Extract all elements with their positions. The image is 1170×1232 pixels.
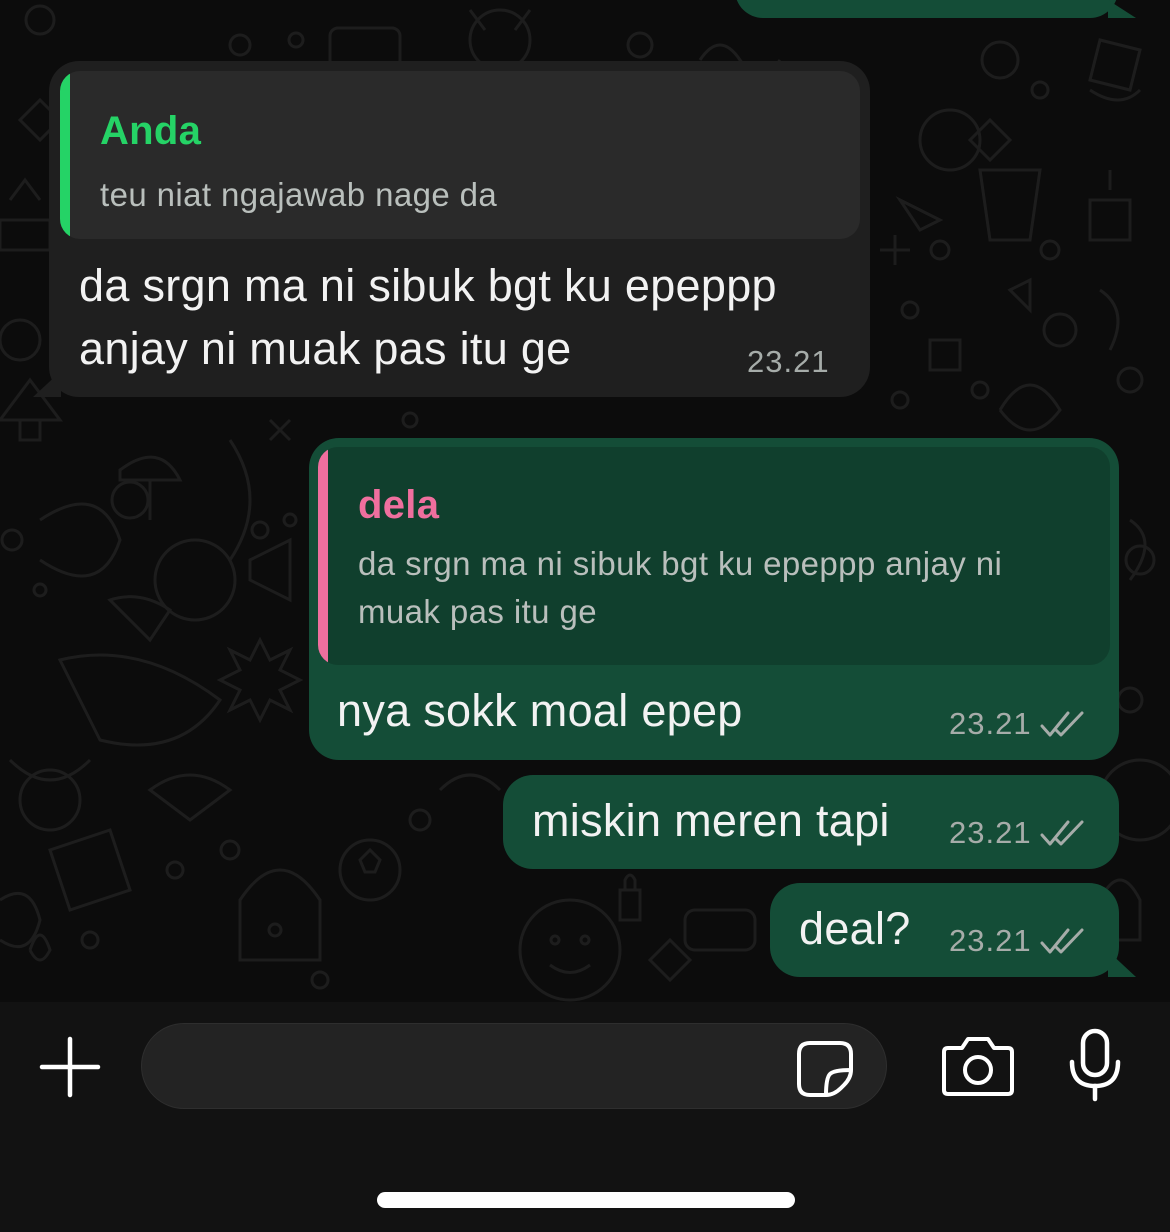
home-indicator[interactable] bbox=[377, 1192, 795, 1208]
read-ticks-icon bbox=[1040, 927, 1084, 955]
quote-text: muak pas itu ge bbox=[358, 593, 597, 630]
message-time: 23.21 bbox=[949, 815, 1032, 850]
outgoing-message-bubble[interactable]: miskin meren tapi 23.21 bbox=[503, 775, 1119, 869]
message-meta: 23.21 bbox=[949, 706, 1084, 742]
chat-screen: Anda teu niat ngajawab nage da da srgn m… bbox=[0, 0, 1170, 1232]
message-time: 23.21 bbox=[747, 344, 830, 379]
message-text: anjay ni muak pas itu ge bbox=[79, 323, 572, 374]
plus-icon[interactable] bbox=[36, 1033, 104, 1101]
incoming-message-bubble[interactable]: Anda teu niat ngajawab nage da da srgn m… bbox=[49, 61, 870, 397]
message-meta: 23.21 bbox=[747, 344, 830, 380]
outgoing-message-bubble[interactable]: deal? 23.21 bbox=[770, 883, 1119, 977]
message-text: miskin meren tapi bbox=[532, 795, 890, 846]
bubble-tail bbox=[33, 371, 61, 397]
quote-author: Anda bbox=[100, 109, 202, 153]
quote-text: teu niat ngajawab nage da bbox=[100, 176, 498, 213]
message-meta: 23.21 bbox=[949, 923, 1084, 959]
message-text: deal? bbox=[799, 903, 911, 954]
message-time: 23.21 bbox=[949, 923, 1032, 958]
message-text: nya sokk moal epep bbox=[337, 685, 743, 736]
previous-message-bubble[interactable] bbox=[735, 0, 1118, 18]
microphone-icon[interactable] bbox=[1064, 1028, 1126, 1102]
read-ticks-icon bbox=[1040, 710, 1084, 738]
bubble-tail bbox=[1108, 0, 1136, 18]
quoted-message[interactable]: dela da srgn ma ni sibuk bgt ku epeppp a… bbox=[318, 447, 1110, 665]
read-ticks-icon bbox=[1040, 819, 1084, 847]
bubble-tail bbox=[1108, 951, 1136, 977]
quote-author: dela bbox=[358, 483, 440, 527]
message-time: 23.21 bbox=[949, 706, 1032, 741]
outgoing-message-bubble[interactable]: dela da srgn ma ni sibuk bgt ku epeppp a… bbox=[309, 438, 1119, 760]
message-list[interactable]: Anda teu niat ngajawab nage da da srgn m… bbox=[0, 0, 1170, 1002]
message-text: da srgn ma ni sibuk bgt ku epeppp bbox=[79, 260, 777, 311]
quoted-message[interactable]: Anda teu niat ngajawab nage da bbox=[60, 71, 860, 239]
camera-icon[interactable] bbox=[940, 1034, 1016, 1098]
sticker-icon[interactable] bbox=[794, 1038, 856, 1100]
message-meta: 23.21 bbox=[949, 815, 1084, 851]
message-input[interactable] bbox=[141, 1023, 887, 1109]
quote-accent-bar bbox=[60, 71, 70, 239]
quote-accent-bar bbox=[318, 447, 328, 665]
quote-text: da srgn ma ni sibuk bgt ku epeppp anjay … bbox=[358, 545, 1003, 582]
